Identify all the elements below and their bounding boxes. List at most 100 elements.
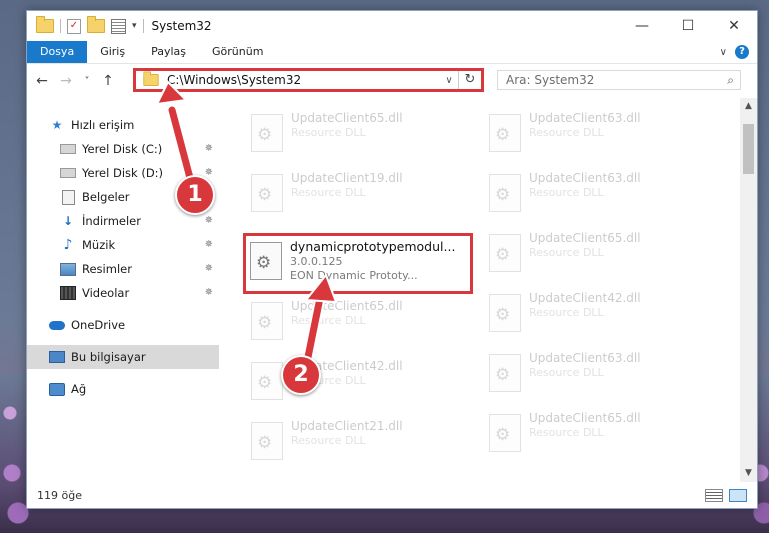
file-item[interactable]: UpdateClient63.dllResource DLL — [485, 168, 705, 224]
sidebar-item-label: Videolar — [82, 286, 130, 300]
address-dropdown-icon[interactable]: ∨ — [440, 75, 458, 86]
document-icon — [61, 189, 75, 205]
tab-file[interactable]: Dosya — [27, 41, 88, 63]
help-icon[interactable]: ? — [735, 45, 749, 59]
pin-icon[interactable]: ✵ — [205, 287, 213, 298]
minimize-button[interactable]: — — [619, 11, 665, 41]
file-item[interactable]: UpdateClient19.dllResource DLL — [247, 168, 467, 224]
navigation-pane: ★ Hızlı erişim Yerel Disk (C:) ✵ Yerel D… — [27, 98, 219, 482]
quick-access-toolbar: ✓ ▾ — [27, 16, 144, 34]
new-folder-icon[interactable] — [87, 16, 105, 33]
search-icon[interactable]: ⌕ — [727, 73, 734, 88]
scroll-thumb[interactable] — [743, 124, 754, 174]
pin-icon[interactable]: ✵ — [205, 239, 213, 250]
dll-file-icon — [250, 242, 282, 280]
back-button[interactable]: ← — [33, 73, 51, 89]
sidebar-item-label: Belgeler — [82, 190, 130, 204]
file-item[interactable]: UpdateClient65.dllResource DLL — [247, 108, 467, 164]
dll-file-icon — [251, 174, 283, 212]
file-description: EON Dynamic Prototy... — [290, 269, 418, 282]
file-name: UpdateClient19.dll — [291, 171, 403, 185]
pin-icon[interactable]: ✵ — [205, 143, 213, 154]
pictures-icon — [60, 262, 76, 276]
sidebar-item-local-disk-c[interactable]: Yerel Disk (C:) ✵ — [27, 137, 219, 161]
network-icon — [49, 382, 65, 396]
scroll-up-button[interactable]: ▲ — [740, 98, 757, 115]
highlighted-file-item[interactable]: dynamicprototypemodul... 3.0.0.125 EON D… — [243, 233, 473, 294]
title-bar: ✓ ▾ System32 — ☐ ✕ — [27, 11, 757, 41]
tab-view[interactable]: Görünüm — [199, 41, 276, 63]
cloud-icon — [49, 320, 65, 330]
sidebar-item-label: Bu bilgisayar — [71, 350, 146, 364]
window-controls: — ☐ ✕ — [619, 11, 757, 41]
ribbon-tabs: Dosya Giriş Paylaş Görünüm ∨ ? — [27, 41, 757, 64]
item-count: 119 öğe — [37, 488, 82, 502]
refresh-button[interactable]: ↻ — [458, 71, 481, 89]
file-type: Resource DLL — [529, 366, 604, 379]
view-details-icon[interactable] — [111, 18, 126, 34]
file-type: Resource DLL — [291, 434, 366, 447]
properties-check-icon[interactable]: ✓ — [67, 18, 81, 34]
content-area: ★ Hızlı erişim Yerel Disk (C:) ✵ Yerel D… — [27, 98, 757, 482]
close-button[interactable]: ✕ — [711, 11, 757, 41]
star-icon: ★ — [51, 118, 63, 132]
sidebar-item-pictures[interactable]: Resimler ✵ — [27, 257, 219, 281]
pin-icon[interactable]: ✵ — [205, 263, 213, 274]
sidebar-item-network[interactable]: Ağ — [27, 377, 219, 401]
file-item[interactable]: UpdateClient63.dllResource DLL — [485, 108, 705, 164]
search-box[interactable]: Ara: System32 ⌕ — [497, 70, 741, 90]
file-type: Resource DLL — [291, 314, 366, 327]
file-name: UpdateClient65.dll — [291, 111, 403, 125]
maximize-button[interactable]: ☐ — [665, 11, 711, 41]
tab-home[interactable]: Giriş — [87, 41, 138, 63]
sidebar-item-this-pc[interactable]: Bu bilgisayar — [27, 345, 219, 369]
dll-file-icon — [251, 422, 283, 460]
forward-button[interactable]: → — [57, 73, 75, 89]
vertical-scrollbar[interactable]: ▲ ▼ — [740, 98, 757, 482]
dll-file-icon — [489, 234, 521, 272]
search-input[interactable]: Ara: System32 — [506, 73, 594, 87]
expand-ribbon-icon[interactable]: ∨ — [720, 47, 727, 58]
file-item[interactable]: UpdateClient65.dllResource DLL — [247, 296, 467, 352]
videos-icon — [60, 286, 76, 300]
tiles-view-button[interactable] — [729, 488, 747, 502]
file-name: UpdateClient65.dll — [529, 231, 641, 245]
details-view-button[interactable] — [705, 488, 723, 502]
scroll-down-button[interactable]: ▼ — [740, 465, 757, 482]
sidebar-item-label: Yerel Disk (D:) — [82, 166, 164, 180]
file-name: UpdateClient63.dll — [529, 351, 641, 365]
sidebar-item-label: Yerel Disk (C:) — [82, 142, 163, 156]
file-item[interactable]: UpdateClient63.dllResource DLL — [485, 348, 705, 404]
sidebar-item-label: OneDrive — [71, 318, 126, 332]
file-item[interactable]: UpdateClient65.dllResource DLL — [485, 408, 705, 464]
customize-toolbar-dropdown-icon[interactable]: ▾ — [132, 21, 137, 31]
sidebar-item-label: Resimler — [82, 262, 132, 276]
sidebar-item-videos[interactable]: Videolar ✵ — [27, 281, 219, 305]
folder-icon[interactable] — [36, 16, 54, 33]
file-item[interactable]: UpdateClient42.dllResource DLL — [247, 356, 467, 412]
address-bar[interactable]: C:\Windows\System32 ∨ ↻ — [133, 68, 484, 92]
address-path[interactable]: C:\Windows\System32 — [167, 73, 301, 87]
file-name: UpdateClient65.dll — [529, 411, 641, 425]
up-button[interactable]: ↑ — [99, 73, 117, 89]
navigation-bar: ← → ˅ ↑ C:\Windows\System32 ∨ ↻ Ara: Sys… — [27, 64, 757, 98]
folder-icon — [143, 71, 159, 86]
computer-icon — [49, 351, 65, 363]
sidebar-item-label: Ağ — [71, 382, 87, 396]
pin-icon[interactable]: ✵ — [205, 215, 213, 226]
pin-icon[interactable]: ✵ — [205, 167, 213, 178]
file-name: dynamicprototypemodul... — [290, 239, 456, 254]
file-item[interactable]: UpdateClient42.dllResource DLL — [485, 288, 705, 344]
sidebar-item-onedrive[interactable]: OneDrive — [27, 313, 219, 337]
file-list: UpdateClient65.dllResource DLL UpdateCli… — [219, 98, 739, 482]
tab-share[interactable]: Paylaş — [138, 41, 199, 63]
sidebar-item-quick-access[interactable]: ★ Hızlı erişim — [27, 113, 219, 137]
dll-file-icon — [251, 302, 283, 340]
file-item[interactable]: UpdateClient65.dllResource DLL — [485, 228, 705, 284]
recent-locations-dropdown[interactable]: ˅ — [81, 76, 93, 87]
file-explorer-window: ✓ ▾ System32 — ☐ ✕ Dosya Giriş Paylaş Gö… — [26, 10, 758, 509]
sidebar-item-music[interactable]: ♪ Müzik ✵ — [27, 233, 219, 257]
file-version: 3.0.0.125 — [290, 255, 343, 268]
file-type: Resource DLL — [291, 126, 366, 139]
file-item[interactable]: UpdateClient21.dllResource DLL — [247, 416, 467, 472]
